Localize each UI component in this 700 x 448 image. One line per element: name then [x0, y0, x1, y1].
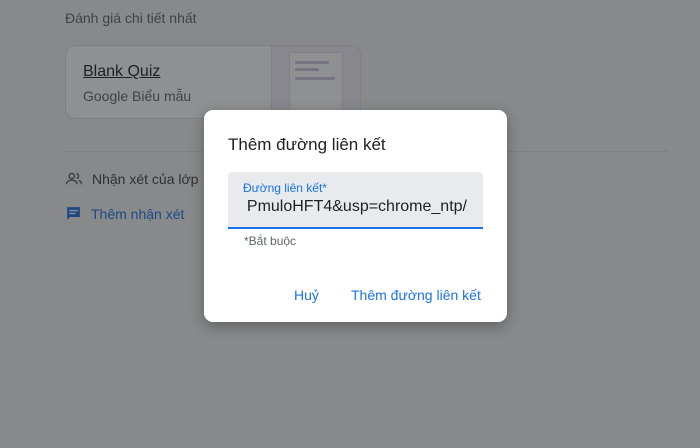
- link-field[interactable]: Đường liên kết* /PmuloHFT4&usp=chrome_nt…: [228, 172, 483, 229]
- required-helper-text: *Bắt buộc: [244, 234, 297, 248]
- add-link-button[interactable]: Thêm đường liên kết: [351, 287, 481, 303]
- cancel-button[interactable]: Huỷ: [294, 287, 319, 303]
- link-input[interactable]: /PmuloHFT4&usp=chrome_ntp: [228, 198, 467, 216]
- add-link-dialog: Thêm đường liên kết Đường liên kết* /Pmu…: [204, 110, 507, 322]
- link-field-label: Đường liên kết*: [243, 181, 327, 195]
- dialog-title: Thêm đường liên kết: [228, 135, 386, 154]
